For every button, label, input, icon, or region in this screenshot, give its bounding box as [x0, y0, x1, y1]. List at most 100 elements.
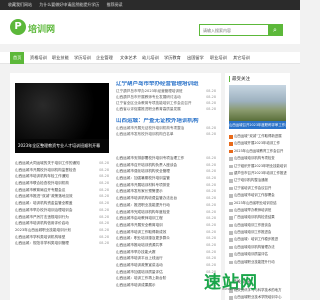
news-item[interactable]: 山西运城市开展校外培训机构监督检查 08-28 — [15, 167, 109, 174]
news-item[interactable]: 山西运城市严厉打击违规培训行为 08-28 — [15, 214, 109, 221]
topbar-item[interactable]: 收藏我们网站 — [8, 2, 32, 7]
news-item[interactable]: 山西运城市强化培训机构安全管理 08-28 — [116, 168, 216, 175]
nav-item-home[interactable]: 首页 — [10, 52, 25, 64]
news-title: 山西运城市培训成果展示 — [116, 283, 156, 288]
sidebar-item-label: 2023年山西运城教育工作会召开 — [234, 148, 284, 153]
news-title: 山西运城市严厉打击违规培训行为 — [15, 214, 69, 219]
news-date: 08-28 — [206, 132, 216, 136]
nav-item[interactable]: 出国留学 — [187, 52, 204, 64]
news-item[interactable]: 山西运城市开展安全教育培训 08-28 — [116, 222, 216, 229]
news-item[interactable]: 山西运城市培训成果展示 08-28 — [116, 282, 216, 289]
news-item[interactable]: 山西运城市发布校外培训机构白名单 08-28 — [116, 131, 216, 137]
sidebar-item[interactable]: 葫芦岛市召开2023年培训工作推进会 — [229, 170, 287, 177]
news-item[interactable]: 山西运城市培训平台上线运行 08-28 — [116, 255, 216, 262]
sidebar-item[interactable]: 广西运城培训机构检查结果 — [229, 214, 287, 221]
nav-item[interactable]: 其它培训 — [233, 52, 250, 64]
news-item[interactable]: 山西运城市教育局召开专题会议 08-28 — [15, 187, 109, 194]
sidebar-item-label: 山西运城培训机构管理办法 — [234, 244, 275, 249]
search-input[interactable] — [200, 25, 268, 35]
news-item[interactable]: 山西运城：培训工作再上新台阶 08-28 — [116, 275, 216, 282]
topbar-item[interactable]: 为什么要做好申请居然能提升学历 — [39, 2, 99, 7]
news-item[interactable]: 山西运城市召开培训机构负责人座谈会 08-28 — [116, 162, 216, 169]
news-item[interactable]: 山西运城市培训机构年检工作通知 08-28 — [15, 173, 109, 180]
news-date: 08-28 — [206, 182, 216, 187]
sidebar-photo-caption[interactable]: 山西运城召开2023年度职称评审工作会 — [229, 121, 286, 129]
sidebar-item[interactable]: 山西运城市培训工作部署会 — [229, 192, 287, 199]
news-item[interactable]: 山西运城市培训机构信用评价启动 08-28 — [15, 220, 109, 227]
sidebar-item[interactable]: 山西运城培训工作座谈会 — [229, 222, 287, 229]
sidebar-item[interactable]: 辽宁省培训工作会议召开 — [229, 185, 287, 192]
sidebar-item[interactable]: 山西运城职业技能提升行动 — [229, 259, 287, 266]
search-icon: ⌕ — [273, 26, 277, 34]
sidebar-item[interactable]: 2023年山西省职业培训总结 — [229, 200, 287, 207]
news-item[interactable]: 山西运城市完成培训机构年度检查 08-28 — [116, 209, 216, 216]
sidebar-item[interactable]: 山西运城开展2023年培训工作 — [229, 140, 287, 147]
sidebar-item-label: 山西运城职业技能提升行动 — [234, 259, 275, 264]
news-item[interactable]: 山西运城市联合检查校外培训机构 08-28 — [15, 180, 109, 187]
sidebar-item-label: 2023年山西省职业培训总结 — [234, 200, 277, 205]
nav-item[interactable]: 学历教育 — [164, 52, 181, 64]
news-title: 山西运城：职业培训惠及更多群众 — [116, 236, 170, 241]
nav-item[interactable]: 企业管理 — [96, 52, 113, 64]
news-title: 辽宁省全区业余教育专项技能培训工作会议召开 — [116, 101, 192, 105]
news-title: 山西运城市强化培训机构安全管理 — [116, 169, 170, 174]
news-item[interactable]: 山西运城大同运城的关于培训工作的通知 08-28 — [15, 160, 109, 167]
news-item[interactable]: 山西省以评促建推进职业教育高质量发展 08-28 — [116, 106, 216, 112]
rank-badge — [229, 135, 233, 139]
nav-item[interactable]: 文体艺术 — [120, 52, 137, 64]
site-logo[interactable]: P 培训网 — [10, 19, 60, 37]
news-item[interactable]: 山西运城：培训机构资金监管全覆盖 08-28 — [15, 200, 109, 207]
rank-badge — [229, 142, 233, 146]
search-button[interactable]: ⌕ — [268, 25, 282, 35]
sidebar-item[interactable]: 山西运城培训质量评估 — [229, 251, 287, 258]
nav-item[interactable]: 资格培训 — [30, 52, 47, 64]
news-item[interactable]: 山西运城市开展培训材料专项排查 08-28 — [116, 182, 216, 189]
banner-slide[interactable]: 2023年全区整理教资专业人才培训班顺利开幕 — [15, 83, 109, 153]
news-item[interactable]: 山西运城市推进“双减”政策落地见效 08-28 — [15, 193, 109, 200]
news-title: 山西运城：培训工作再上新台阶 — [116, 276, 167, 281]
sidebar-item[interactable]: 山西运城培训机构管理办法 — [229, 244, 287, 251]
sidebar-item-label: 葫芦岛市召开2023年培训工作推进会 — [234, 170, 287, 175]
news-date: 08-28 — [206, 107, 216, 111]
sidebar-item[interactable]: 山西运城培训工作推进会 — [229, 229, 287, 236]
news-item[interactable]: 山西运城市学科类培训机构转型 08-28 — [15, 234, 109, 241]
nav-item[interactable]: 幼儿培训 — [142, 52, 159, 64]
news-item[interactable]: 山西运城市举办校外培训治理培训会 08-28 — [15, 207, 109, 214]
sidebar-item[interactable]: 2023年山西运城教育工作会召开 — [229, 148, 287, 155]
news-item[interactable]: 山西运城：规范非学科类培训管理 08-28 — [15, 240, 109, 247]
news-item[interactable]: 山西运城市培训工作取得新成效 08-28 — [116, 229, 216, 236]
headline-link[interactable]: 辽宁葫芦岛市举办经营管理培训班 — [116, 81, 216, 88]
news-item[interactable]: 山西运城市启动教师培训工程 08-28 — [116, 215, 216, 222]
news-date: 08-28 — [206, 169, 216, 174]
sidebar-item[interactable]: 辽宁培训机构整治通报 — [229, 177, 287, 184]
rank-badge — [229, 171, 233, 176]
news-item[interactable]: 山西运城：加强暑期校外培训监管 08-28 — [116, 175, 216, 182]
nav-item[interactable]: 职业培训 — [210, 52, 227, 64]
sidebar-item[interactable]: 山西运城职业技术学院培训中心 — [229, 294, 287, 300]
news-title: 山西运城：培训机构资金监管全覆盖 — [15, 201, 73, 206]
news-item[interactable]: 2023年山西运城职业技能培训计划 08-28 — [15, 227, 109, 234]
news-item[interactable]: 山西运城市培训政策宣讲活动 08-28 — [116, 262, 216, 269]
nav-item[interactable]: 学历培训 — [74, 52, 91, 64]
sidebar-photo[interactable] — [229, 85, 286, 121]
news-title: 山西运城市完成培训机构年度检查 — [116, 209, 170, 214]
sidebar-item[interactable]: 山西运城“双减”工作取得新进展 — [229, 133, 287, 140]
sidebar-item[interactable]: 山西运城举办教师培训班 — [229, 207, 287, 214]
sidebar-item[interactable]: 山西运城培训机构专项检查 — [229, 155, 287, 162]
sidebar-item[interactable]: 山西运城：培训工作稳步推进 — [229, 236, 287, 243]
news-item[interactable]: 山西运城市培训机构收费监管办法出台 08-28 — [116, 195, 216, 202]
news-item[interactable]: 山西运城：推进职业技能提升行动 08-28 — [116, 202, 216, 209]
news-item[interactable]: 山西运城市推动培训资源共享 08-28 — [116, 242, 216, 249]
topbar-item[interactable]: 推荐阅读 — [107, 2, 123, 7]
nav-item[interactable]: 职业技能 — [52, 52, 69, 64]
news-date: 08-28 — [99, 227, 109, 232]
search-box: ⌕ — [199, 24, 283, 36]
news-item[interactable]: 山西运城市发布家长预警提示 08-28 — [116, 188, 216, 195]
news-item[interactable]: 山西运城：职业培训惠及更多群众 08-28 — [116, 235, 216, 242]
news-item[interactable]: 山西运城市安排部署校外培训专项治理工作 08-28 — [116, 155, 216, 162]
news-item[interactable]: 山西运城市举办技能大赛 08-28 — [116, 249, 216, 256]
headline-link[interactable]: 山西运城：严查无证校外培训机构 — [116, 118, 216, 125]
news-item[interactable]: 山西运城市加强培训质量评估 08-28 — [116, 269, 216, 276]
rank-badge — [229, 216, 233, 220]
sidebar-item[interactable]: 辽宁组织开展2023年职业技能培训 — [229, 163, 287, 170]
